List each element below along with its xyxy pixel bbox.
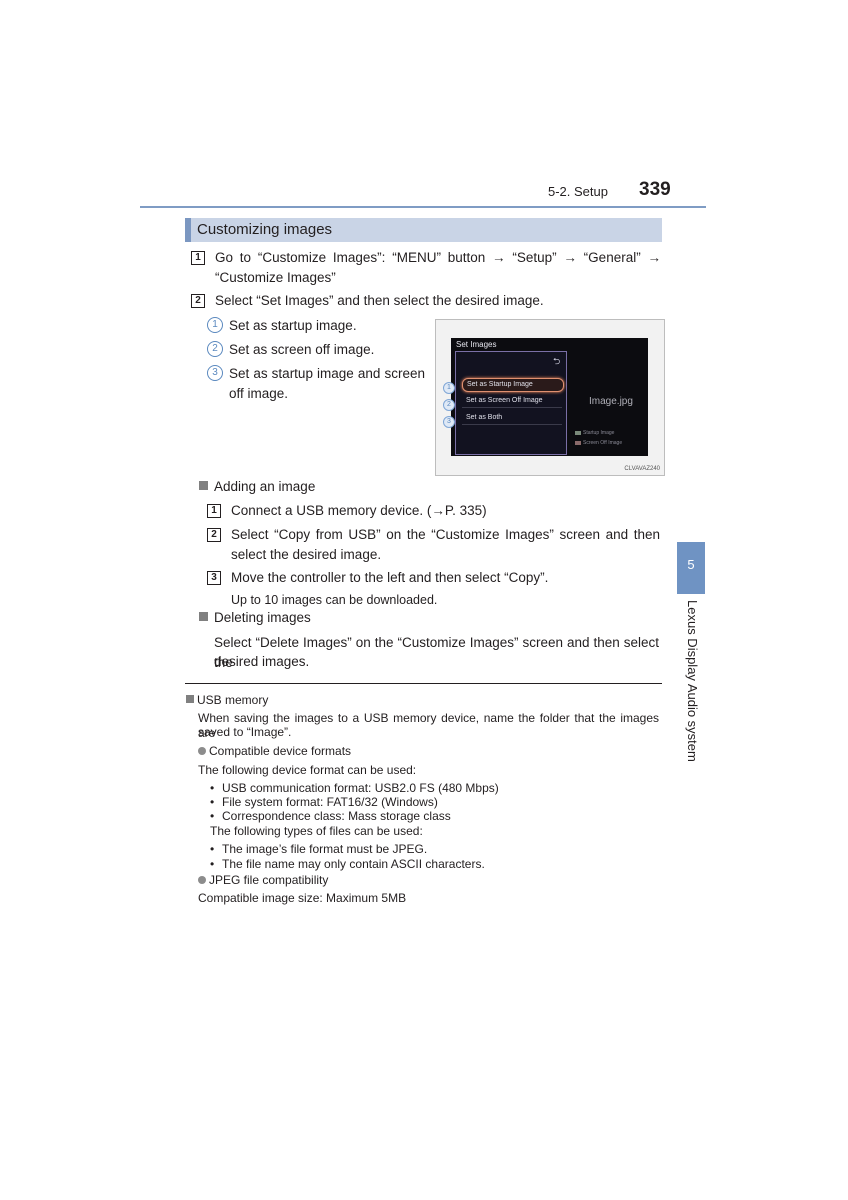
legend-text: Startup Image [583, 430, 615, 436]
section-divider [185, 683, 662, 684]
option-text: Set as startup image. [229, 318, 357, 333]
step-text: Select “Copy from USB” on the “Customize… [231, 527, 660, 542]
section-title-bar: Customizing images [185, 218, 662, 242]
section-title: Customizing images [197, 221, 333, 238]
step-text-cont: “Customize Images” [215, 269, 336, 285]
square-bullet-icon [199, 481, 208, 490]
formats-intro: The following device format can be used: [198, 763, 417, 777]
menu-item-screen-off[interactable]: Set as Screen Off Image [462, 395, 562, 408]
round-bullet-icon [198, 747, 206, 755]
deleting-heading: Deleting images [199, 610, 311, 625]
usb-heading: USB memory [186, 693, 268, 708]
figure-code: CLVAVAZ240 [624, 466, 660, 472]
adding-heading: Adding an image [199, 479, 315, 494]
step-text: Go to “Customize Images”: “MENU” button … [215, 250, 661, 265]
option-2: 2 Set as screen off image. [207, 340, 427, 360]
adding-note: Up to 10 images can be downloaded. [231, 593, 438, 607]
step-text: Move the controller to the left and then… [231, 570, 549, 585]
heading-text: Deleting images [214, 610, 311, 625]
chapter-label-text: Lexus Display Audio system [685, 600, 700, 762]
section-label: 5-2. Setup [548, 184, 608, 199]
heading-text: JPEG file compatibility [209, 873, 329, 887]
format-item: • USB communication format: USB2.0 FS (48… [210, 781, 610, 796]
chapter-tab[interactable]: 5 [677, 542, 705, 594]
square-bullet-icon [199, 612, 208, 621]
jpeg-heading: JPEG file compatibility [198, 873, 328, 888]
title-accent [185, 218, 191, 242]
legend-screen-off: Screen Off Image [575, 440, 622, 446]
file-text: The image’s file format must be JPEG. [222, 842, 428, 856]
option-text-cont: off image. [229, 385, 289, 401]
bullet-dot: • [210, 857, 215, 871]
step-number-box: 2 [191, 294, 205, 308]
callout-2: 2 [443, 399, 455, 411]
format-item: • File system format: FAT16/32 (Windows) [210, 795, 610, 810]
step-text: Connect a USB memory device. (→P. 335) [231, 503, 487, 518]
legend-swatch [575, 440, 581, 445]
legend-startup: Startup Image [575, 430, 614, 436]
screen-figure: Set Images ⮌ Set as Startup Image Set as… [435, 319, 665, 476]
callout-1: 1 [443, 382, 455, 394]
bullet-dot: • [210, 795, 215, 809]
option-3: 3 Set as startup image and screen off im… [207, 364, 427, 404]
bullet-dot: • [210, 781, 215, 795]
menu-item-startup[interactable]: Set as Startup Image [462, 378, 564, 392]
header-rule [140, 206, 706, 208]
step-text: Select “Set Images” and then select the … [215, 293, 544, 308]
callout-3: 3 [443, 416, 455, 428]
files-intro: The following types of files can be used… [210, 824, 423, 838]
page-number: 339 [639, 179, 671, 200]
step-2: 2 Select “Set Images” and then select th… [191, 291, 661, 311]
screen-title: Set Images [456, 340, 497, 349]
file-item: • The image’s file format must be JPEG. [210, 842, 610, 857]
step-number-box: 1 [207, 504, 221, 518]
option-1: 1 Set as startup image. [207, 316, 427, 336]
circled-number: 2 [207, 341, 223, 357]
file-name: Image.jpg [589, 396, 633, 407]
file-text: The file name may only contain ASCII cha… [222, 857, 485, 871]
round-bullet-icon [198, 876, 206, 884]
heading-text: USB memory [197, 693, 269, 707]
file-item: • The file name may only contain ASCII ch… [210, 857, 610, 872]
step-1: 1 Go to “Customize Images”: “MENU” butto… [191, 248, 661, 288]
adding-step-3: 3 Move the controller to the left and th… [207, 568, 662, 588]
adding-step-2: 2 Select “Copy from USB” on the “Customi… [207, 525, 662, 565]
adding-step-1: 1 Connect a USB memory device. (→P. 335) [207, 501, 662, 521]
display-screen: Set Images ⮌ Set as Startup Image Set as… [451, 338, 648, 456]
legend-text: Screen Off Image [583, 440, 623, 446]
step-number-box: 3 [207, 571, 221, 585]
bullet-dot: • [210, 842, 215, 856]
square-bullet-icon [186, 695, 194, 703]
legend-swatch [575, 430, 581, 435]
usb-text-cont: saved to “Image”. [198, 725, 292, 739]
option-text: Set as startup image and screen [229, 366, 425, 381]
formats-heading: Compatible device formats [198, 744, 351, 759]
back-arrow-icon[interactable]: ⮌ [553, 354, 560, 370]
deleting-text-cont: desired images. [214, 654, 310, 669]
format-text: File system format: FAT16/32 (Windows) [222, 795, 438, 809]
option-text: Set as screen off image. [229, 342, 375, 357]
format-text: Correspondence class: Mass storage class [222, 809, 451, 823]
chapter-label: Lexus Display Audio system [684, 600, 700, 762]
jpeg-text: Compatible image size: Maximum 5MB [198, 891, 407, 905]
heading-text: Compatible device formats [209, 744, 352, 758]
bullet-dot: • [210, 809, 215, 823]
menu-panel: ⮌ Set as Startup Image Set as Screen Off… [455, 351, 567, 455]
format-text: USB communication format: USB2.0 FS (480… [222, 781, 499, 795]
circled-number: 3 [207, 365, 223, 381]
menu-item-both[interactable]: Set as Both [462, 412, 562, 425]
heading-text: Adding an image [214, 479, 316, 494]
format-item: • Correspondence class: Mass storage clas… [210, 809, 610, 824]
circled-number: 1 [207, 317, 223, 333]
step-text-cont: select the desired image. [231, 546, 382, 562]
step-number-box: 2 [207, 528, 221, 542]
step-number-box: 1 [191, 251, 205, 265]
